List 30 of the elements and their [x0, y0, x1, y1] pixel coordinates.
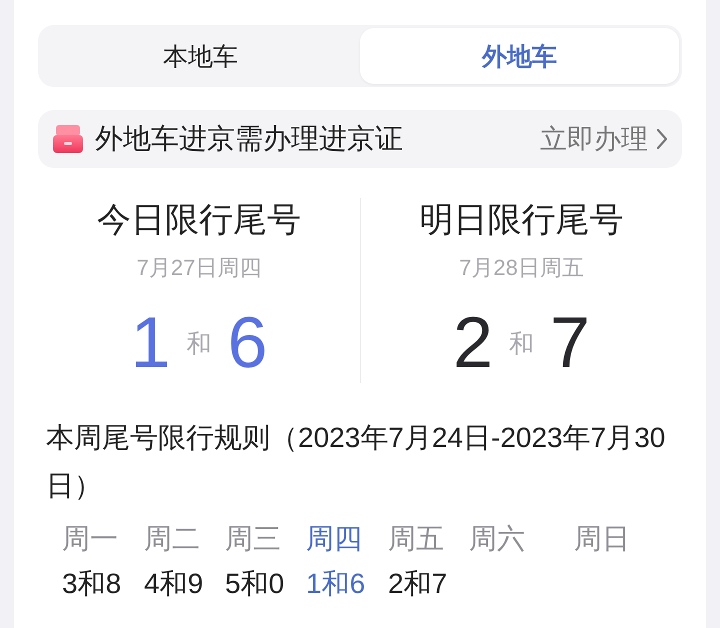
restriction-value: 4和9: [144, 567, 204, 601]
joiner-text: 和: [509, 328, 534, 360]
weekday-label: 周五: [388, 522, 444, 556]
tab[interactable]: 本地车: [41, 28, 360, 84]
plate-digit: 7: [550, 303, 590, 383]
weekday-label: 周二: [144, 522, 200, 556]
chevron-right-icon: [656, 128, 668, 150]
tab[interactable]: 外地车: [360, 28, 679, 84]
box-icon: [53, 125, 83, 153]
restriction-value: 1和6: [306, 567, 366, 601]
restriction-title: 明日限行尾号: [420, 200, 624, 240]
joiner-text: 和: [186, 328, 212, 360]
restriction-value: 2和7: [388, 567, 448, 601]
restriction-date: 7月28日周五: [459, 254, 584, 282]
restriction-value: 5和0: [225, 567, 284, 601]
weekday-label: 周四: [306, 522, 362, 556]
weekday-label: 周日: [574, 522, 630, 556]
plate-digit: 1: [130, 303, 170, 383]
notice-bar[interactable]: 外地车进京需办理进京证 立即办理: [38, 110, 682, 168]
weekday-label: 周一: [62, 522, 118, 556]
weekday-label: 周三: [225, 522, 281, 556]
restriction-title: 今日限行尾号: [97, 200, 301, 240]
restriction-value: 3和8: [62, 567, 122, 601]
weekly-rule-title: 本周尾号限行规则（2023年7月24日-2023年7月30日）: [46, 421, 666, 503]
plate-digit: 6: [228, 303, 268, 383]
restriction-date: 7月27日周四: [136, 254, 262, 282]
apply-link[interactable]: 立即办理: [540, 121, 668, 157]
weekday-label: 周六: [469, 522, 525, 556]
notice-text: 外地车进京需办理进京证: [95, 122, 404, 156]
plate-digit: 2: [452, 303, 493, 383]
